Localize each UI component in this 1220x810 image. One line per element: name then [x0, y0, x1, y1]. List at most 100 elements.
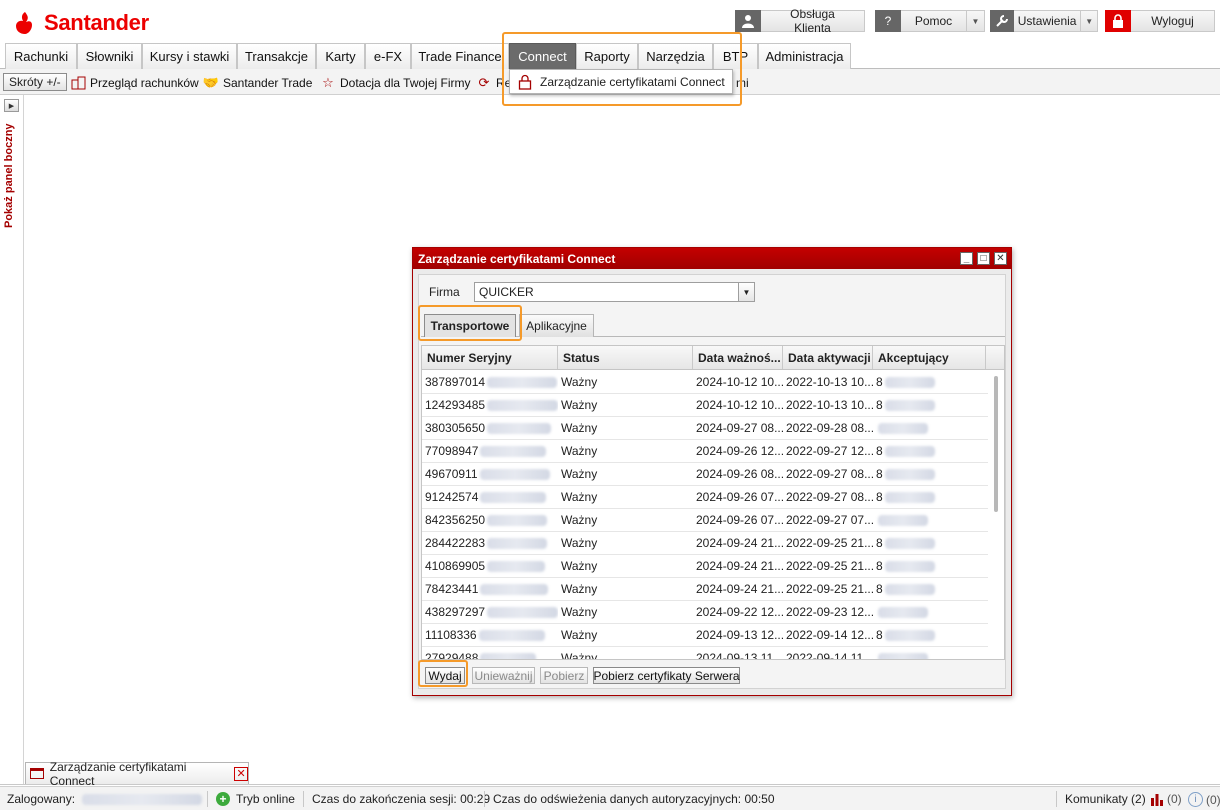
taskbar-window-item[interactable]: Zarządzanie certyfikatami Connect ✕: [25, 760, 249, 788]
menu-administracja[interactable]: Administracja: [758, 43, 851, 69]
shortcut-santander-trade[interactable]: 🤝 Santander Trade: [202, 74, 313, 91]
table-row[interactable]: 124293485 Ważny 2024-10-12 10... 2022-10-13…: [422, 394, 988, 417]
scrollbar-thumb[interactable]: [994, 376, 998, 512]
cell-text: 2022-09-23 12...: [786, 605, 873, 619]
cell-activated: 2022-09-25 21...: [783, 578, 873, 600]
cell-serial: 387897014: [422, 371, 558, 393]
menu-slowniki[interactable]: Słowniki: [77, 43, 142, 69]
cell-text: Ważny: [561, 398, 598, 412]
chart-counter[interactable]: (0): [1150, 792, 1182, 806]
table-row[interactable]: 77098947 Ważny 2024-09-26 12... 2022-09-27 …: [422, 440, 988, 463]
redacted-value: [884, 560, 935, 572]
menu-karty[interactable]: Karty: [316, 43, 365, 69]
cell-text: Ważny: [561, 467, 598, 481]
shortcuts-toggle-button[interactable]: Skróty +/-: [3, 73, 67, 91]
cell-text: 2024-09-26 07...: [696, 490, 783, 504]
table-row[interactable]: 27929488 Ważny 2024-09-13 11... 2022-09-14 …: [422, 647, 988, 659]
table-row[interactable]: 284422283 Ważny 2024-09-24 21... 2022-09-25…: [422, 532, 988, 555]
cell-text: 2024-09-24 21...: [696, 536, 783, 550]
column-header-serial[interactable]: Numer Seryjny: [422, 346, 558, 369]
chevron-down-icon[interactable]: ▼: [738, 283, 754, 301]
chevron-down-icon[interactable]: ▼: [966, 11, 984, 31]
redacted-value: [884, 491, 935, 503]
column-header-valid-until[interactable]: Data ważnoś...: [693, 346, 783, 369]
table-row[interactable]: 387897014 Ważny 2024-10-12 10... 2022-10-13…: [422, 371, 988, 394]
redacted-value: [478, 629, 545, 641]
menu-rachunki[interactable]: Rachunki: [5, 43, 77, 69]
close-icon[interactable]: ✕: [994, 252, 1007, 265]
cell-text: 8: [876, 559, 883, 573]
cell-valid: 2024-09-26 08...: [693, 463, 783, 485]
cell-acceptor: [873, 601, 986, 623]
shortcut-account-overview[interactable]: Przegląd rachunków: [70, 74, 199, 91]
cell-valid: 2024-09-26 07...: [693, 509, 783, 531]
info-counter[interactable]: i (0): [1188, 792, 1220, 807]
help-button[interactable]: ? Pomoc ▼: [875, 9, 985, 32]
redacted-value: [884, 445, 935, 457]
show-side-panel-label[interactable]: Pokaż panel boczny: [3, 123, 15, 233]
cell-text: 2024-09-27 08...: [696, 421, 783, 435]
messages-link[interactable]: Komunikaty (2): [1065, 792, 1146, 806]
plus-circle-icon: +: [216, 792, 230, 806]
online-mode-indicator: + Tryb online: [216, 792, 295, 806]
maximize-icon[interactable]: □: [977, 252, 990, 265]
column-header-acceptor[interactable]: Akceptujący: [873, 346, 986, 369]
redacted-value: [878, 606, 928, 618]
cell-text: 2022-09-25 21...: [786, 559, 873, 573]
settings-button[interactable]: Ustawienia ▼: [990, 9, 1098, 32]
download-server-certs-button[interactable]: Pobierz certyfikaty Serwera: [593, 667, 740, 684]
cell-text: 2022-09-25 21...: [786, 536, 873, 550]
shortcut-grant[interactable]: ☆ Dotacja dla Twojej Firmy: [320, 74, 470, 91]
column-header-activation[interactable]: Data aktywacji: [783, 346, 873, 369]
santander-logo[interactable]: Santander: [12, 8, 149, 38]
minimize-icon[interactable]: _: [960, 252, 973, 265]
menu-kursy-i-stawki[interactable]: Kursy i stawki: [142, 43, 237, 69]
tab-aplikacyjne[interactable]: Aplikacyjne: [519, 314, 594, 337]
table-row[interactable]: 410869905 Ważny 2024-09-24 21... 2022-09-25…: [422, 555, 988, 578]
logout-button[interactable]: Wyloguj: [1105, 9, 1215, 32]
cell-text: Ważny: [561, 628, 598, 642]
cell-text: Ważny: [561, 375, 598, 389]
table-row[interactable]: 842356250 Ważny 2024-09-26 07... 2022-09-27…: [422, 509, 988, 532]
cell-status: Ważny: [558, 624, 693, 646]
cell-text: 387897014: [425, 375, 486, 389]
close-icon[interactable]: ✕: [234, 766, 249, 781]
customer-service-button[interactable]: Obsługa Klienta: [735, 7, 865, 35]
table-row[interactable]: 380305650 Ważny 2024-09-27 08... 2022-09-28…: [422, 417, 988, 440]
table-row[interactable]: 49670911 Ważny 2024-09-26 08... 2022-09-27 …: [422, 463, 988, 486]
table-row[interactable]: 11108336 Ważny 2024-09-13 12... 2022-09-14 …: [422, 624, 988, 647]
vertical-scrollbar[interactable]: [990, 374, 1002, 658]
table-row[interactable]: 438297297 Ważny 2024-09-22 12... 2022-09-23…: [422, 601, 988, 624]
taskbar-window-label: Zarządzanie certyfikatami Connect: [49, 759, 187, 788]
cell-serial: 842356250: [422, 509, 558, 531]
shortcut-label: Santander Trade: [223, 75, 313, 90]
chevron-down-icon[interactable]: ▼: [1080, 11, 1097, 31]
cell-text: Ważny: [561, 490, 598, 504]
menu-efx[interactable]: e-FX: [365, 43, 411, 69]
cell-text: 2024-09-22 12...: [696, 605, 783, 619]
window-taskbar: Zarządzanie certyfikatami Connect ✕: [0, 760, 1220, 788]
cell-text: 49670911: [425, 467, 478, 481]
dialog-titlebar[interactable]: Zarządzanie certyfikatami Connect _ □ ✕: [413, 248, 1011, 269]
cell-text: 8: [876, 467, 883, 481]
cell-text: 2024-09-13 12...: [696, 628, 783, 642]
cell-acceptor: 8: [873, 624, 986, 646]
download-button[interactable]: Pobierz: [540, 667, 588, 684]
column-header-status[interactable]: Status: [558, 346, 693, 369]
redacted-value: [487, 560, 546, 572]
cell-acceptor: [873, 509, 986, 531]
cell-status: Ważny: [558, 440, 693, 462]
revoke-button[interactable]: Unieważnij: [472, 667, 535, 684]
cell-text: Ważny: [561, 513, 598, 527]
redacted-username: [82, 794, 202, 805]
expand-arrow-icon[interactable]: ▶: [4, 99, 19, 112]
table-row[interactable]: 78423441 Ważny 2024-09-24 21... 2022-09-25 …: [422, 578, 988, 601]
redacted-value: [487, 606, 558, 618]
cell-text: 8: [876, 375, 883, 389]
menu-transakcje[interactable]: Transakcje: [237, 43, 316, 69]
cell-text: Ważny: [561, 559, 598, 573]
menu-trade-finance[interactable]: Trade Finance: [411, 43, 509, 69]
handshake-icon: 🤝: [202, 74, 220, 90]
table-row[interactable]: 91242574 Ważny 2024-09-26 07... 2022-09-27 …: [422, 486, 988, 509]
firma-select[interactable]: QUICKER ▼: [474, 282, 755, 302]
